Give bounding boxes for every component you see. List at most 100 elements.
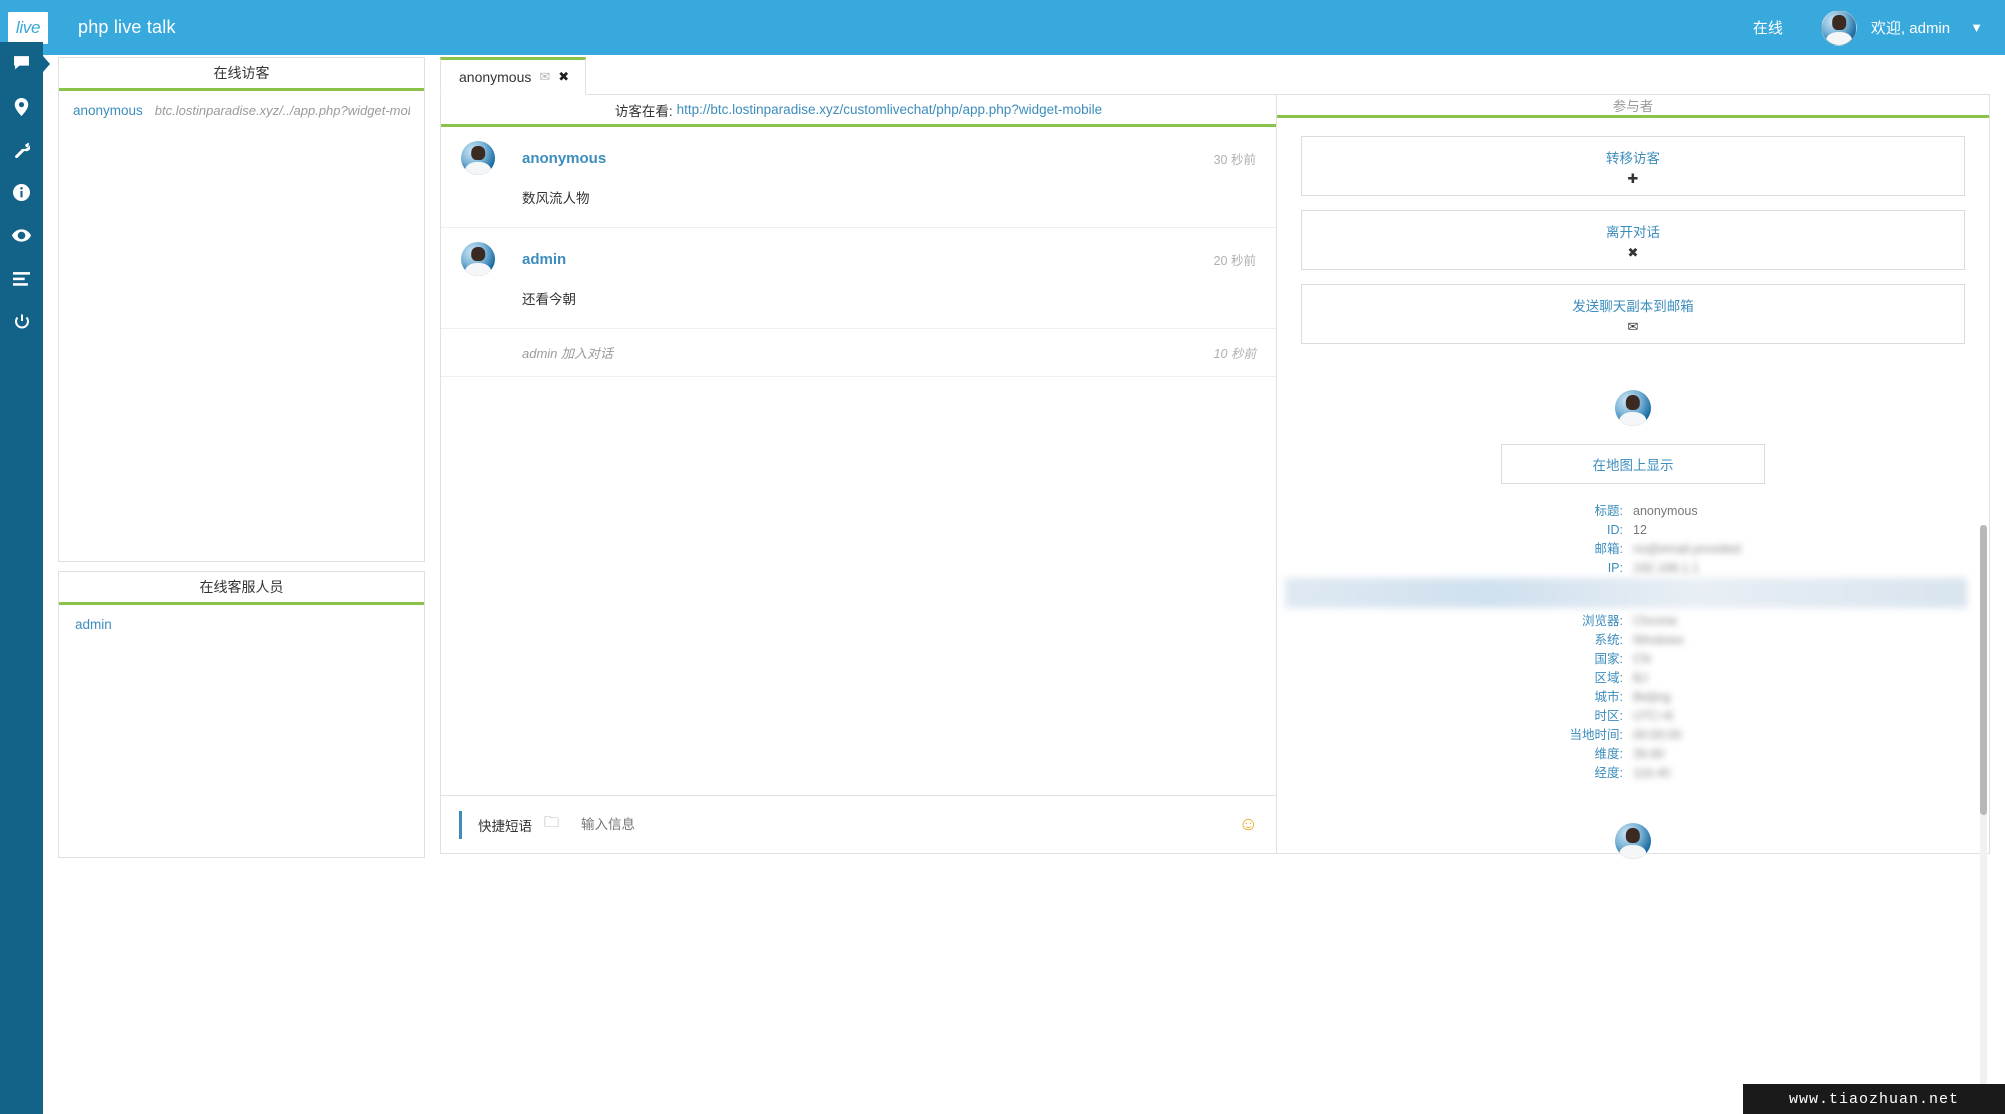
- message-timestamp: 20 秒前: [1213, 254, 1256, 268]
- online-operators-panel: 在线客服人员 admin: [58, 571, 425, 858]
- detail-key: 浏览器:: [1582, 614, 1623, 628]
- visitor-viewing-label: 访客在看:: [614, 103, 673, 119]
- visitor-viewing-url[interactable]: http://btc.lostinparadise.xyz/customlive…: [677, 102, 1103, 117]
- tab-label: anonymous: [459, 69, 532, 85]
- sidebar-item-settings[interactable]: [0, 128, 43, 171]
- envelope-icon[interactable]: ✉: [539, 69, 550, 85]
- live-chat-logo-icon: live: [8, 11, 48, 53]
- bars-icon: [13, 271, 30, 286]
- left-column: 在线访客 anonymous btc.lostinparadise.xyz/..…: [58, 57, 425, 858]
- sidebar-item-chat[interactable]: [0, 42, 43, 85]
- detail-key: IP:: [1607, 561, 1623, 575]
- info-scrollbar-thumb[interactable]: [1980, 525, 1987, 815]
- detail-value: UTC+8: [1633, 709, 1673, 723]
- detail-row: 浏览器: Chrome: [1277, 612, 1989, 631]
- smiley-icon[interactable]: ☺: [1239, 814, 1258, 836]
- detail-key: 国家:: [1594, 652, 1623, 666]
- sidebar-rail: [0, 42, 43, 1114]
- visitor-profile: 在地图上显示 标题: anonymous ID: 12 邮箱: no@email.pr…: [1277, 366, 1989, 859]
- map-pin-icon: [14, 97, 29, 116]
- avatar: [1615, 390, 1651, 426]
- detail-key: 当地时间:: [1569, 728, 1623, 742]
- sidebar-item-map[interactable]: [0, 85, 43, 128]
- participant-info-panel: 参与者 转移访客 ✚ 离开对话 ✖ 发送聊天副本到邮箱 ✉ 在地图上显示 标题:…: [1277, 95, 1989, 1085]
- message-text: 还看今朝: [522, 292, 576, 307]
- chevron-down-icon[interactable]: ▼: [1970, 21, 1983, 34]
- header-right: 在线 欢迎, admin ▼: [1753, 9, 2005, 46]
- action-buttons: 转移访客 ✚ 离开对话 ✖ 发送聊天副本到邮箱 ✉: [1277, 118, 1989, 358]
- online-operators-list: admin: [59, 605, 424, 857]
- detail-key: 系统:: [1594, 633, 1623, 647]
- visitor-details-list: 标题: anonymous ID: 12 邮箱: no@email.provided …: [1277, 502, 1989, 783]
- detail-row: 城市: Beijing: [1277, 688, 1989, 707]
- detail-row: 时区: UTC+8: [1277, 707, 1989, 726]
- detail-row: 邮箱: no@email.provided: [1277, 540, 1989, 559]
- leave-chat-button[interactable]: 离开对话 ✖: [1301, 210, 1965, 270]
- detail-value: 116.40: [1633, 766, 1671, 780]
- detail-key: 维度:: [1594, 747, 1623, 761]
- blurred-detail-band: [1285, 578, 1967, 608]
- power-icon: [14, 314, 30, 330]
- detail-value: Chrome: [1633, 614, 1678, 628]
- detail-value: Windows: [1633, 633, 1684, 647]
- plus-icon: ✚: [1627, 171, 1639, 186]
- header-avatar: [1820, 9, 1857, 46]
- avatar: [461, 242, 495, 276]
- email-transcript-button[interactable]: 发送聊天副本到邮箱 ✉: [1301, 284, 1965, 344]
- detail-row: IP: 192.168.1.1: [1277, 559, 1989, 578]
- detail-value: Beijing: [1633, 690, 1671, 704]
- message-author: anonymous: [522, 149, 607, 167]
- transfer-visitor-button[interactable]: 转移访客 ✚: [1301, 136, 1965, 196]
- show-on-map-button[interactable]: 在地图上显示: [1501, 444, 1765, 484]
- close-icon: ✖: [1627, 245, 1639, 260]
- detail-value: 39.90: [1633, 747, 1665, 761]
- message-text: 数风流人物: [522, 191, 590, 206]
- folder-icon[interactable]: 🗀: [544, 812, 559, 837]
- message-timestamp: 30 秒前: [1213, 153, 1256, 167]
- close-icon[interactable]: ✖: [558, 69, 569, 85]
- quick-phrase-label[interactable]: 快捷短语: [478, 815, 532, 835]
- chat-body: 访客在看: http://btc.lostinparadise.xyz/cust…: [440, 95, 1990, 1085]
- detail-key: 标题:: [1594, 504, 1623, 518]
- message-author: admin: [522, 250, 567, 268]
- detail-row: 维度: 39.90: [1277, 745, 1989, 764]
- wrench-icon: [13, 141, 30, 158]
- tab-anonymous[interactable]: anonymous ✉ ✖: [440, 57, 587, 95]
- system-message-text: admin 加入对话: [522, 346, 614, 361]
- leave-chat-label: 离开对话: [1606, 225, 1660, 240]
- logo-text: live: [15, 17, 41, 37]
- detail-value: 00:00:00: [1633, 728, 1682, 742]
- message-input[interactable]: [581, 817, 1182, 832]
- chat-main: 访客在看: http://btc.lostinparadise.xyz/cust…: [441, 95, 1277, 853]
- sidebar-item-reports[interactable]: [0, 257, 43, 300]
- detail-value: BJ: [1633, 671, 1648, 685]
- envelope-icon: ✉: [1627, 319, 1639, 334]
- message-composer: 快捷短语 🗀 ☺: [441, 795, 1276, 853]
- visitor-list-item[interactable]: anonymous btc.lostinparadise.xyz/../app.…: [59, 91, 424, 118]
- detail-row: ID: 12: [1277, 521, 1989, 540]
- detail-key: ID:: [1607, 523, 1623, 537]
- info-icon: [13, 184, 30, 201]
- detail-value: CN: [1633, 652, 1652, 666]
- sidebar-item-monitor[interactable]: [0, 214, 43, 257]
- chat-icon: [13, 55, 30, 72]
- visitor-url: btc.lostinparadise.xyz/../app.php?widget…: [154, 103, 410, 118]
- detail-value: anonymous: [1633, 504, 1698, 518]
- chat-area: anonymous ✉ ✖ 访客在看: http://btc.lostinpar…: [440, 57, 1990, 1085]
- detail-row: 系统: Windows: [1277, 631, 1989, 650]
- status-online-label[interactable]: 在线: [1753, 17, 1783, 38]
- detail-row: 经度: 116.40: [1277, 764, 1989, 783]
- detail-row: 区域: BJ: [1277, 669, 1989, 688]
- operator-list-item[interactable]: admin: [59, 605, 424, 632]
- visitor-name[interactable]: anonymous: [73, 103, 143, 118]
- system-message-timestamp: 10 秒前: [1213, 347, 1256, 361]
- left-column-gap: [58, 562, 425, 571]
- online-operators-title: 在线客服人员: [59, 572, 424, 605]
- online-visitors-panel: 在线访客 anonymous btc.lostinparadise.xyz/..…: [58, 57, 425, 562]
- sidebar-item-info[interactable]: [0, 171, 43, 214]
- sidebar-item-logout[interactable]: [0, 300, 43, 343]
- online-visitors-title: 在线访客: [59, 58, 424, 91]
- participants-title: 参与者: [1277, 95, 1989, 118]
- detail-key: 城市:: [1594, 690, 1623, 704]
- detail-row: 当地时间: 00:00:00: [1277, 726, 1989, 745]
